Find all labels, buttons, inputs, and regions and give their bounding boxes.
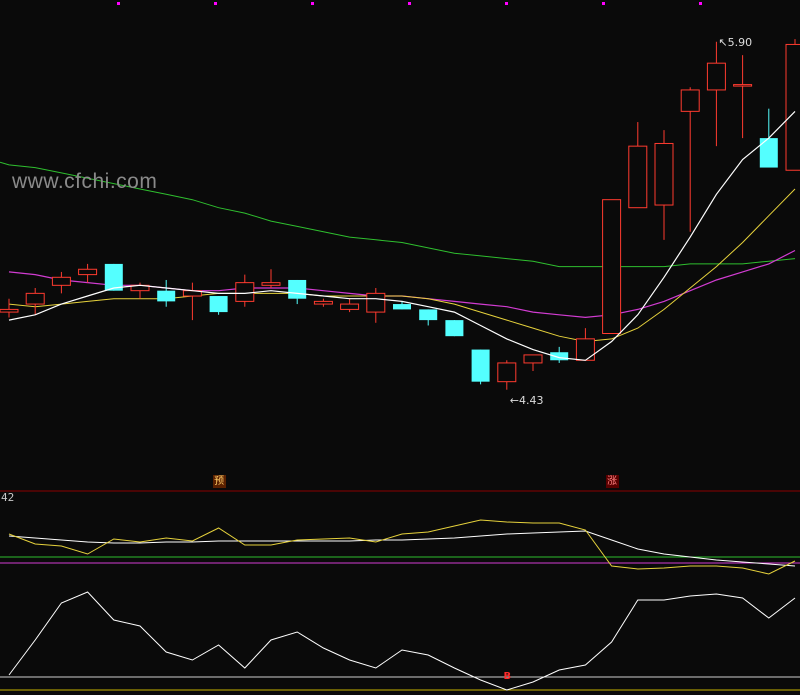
candle-up-body (654, 142, 674, 206)
price-low-value: 4.43 (519, 393, 544, 407)
top-marker-dot (214, 2, 217, 5)
candle-up-body (313, 300, 333, 305)
candle-up-body (785, 43, 800, 171)
price-high-label: ↖5.90 (718, 36, 752, 49)
top-marker-dot (505, 2, 508, 5)
top-marker-dot (699, 2, 702, 5)
candle-up-body (78, 268, 98, 276)
candle-up-body (261, 282, 281, 286)
indicator2-line-0 (8, 591, 796, 691)
arrow-left-icon: ← (509, 393, 520, 407)
top-marker-dot (408, 2, 411, 5)
candle-up-body (523, 354, 543, 364)
candle-down-body (393, 304, 411, 310)
candle-up-body (602, 199, 622, 334)
buy-signal-marker: B (503, 671, 512, 682)
candle-down-body (445, 320, 464, 337)
candle-up-body (51, 276, 71, 286)
candle-up-body (575, 338, 595, 361)
top-marker-dot (311, 2, 314, 5)
candle-up-body (733, 84, 753, 87)
indicator-panel-label: 42 (1, 491, 15, 504)
candle-down-body (288, 279, 307, 299)
candle-down-body (419, 309, 438, 321)
candle-up-body (340, 303, 360, 310)
candle-down-body (104, 263, 123, 291)
badge-yu: 预 (212, 475, 226, 488)
top-marker-dot (117, 2, 120, 5)
stock-chart (0, 2, 800, 691)
price-high-value: 5.90 (727, 35, 753, 49)
indicator1-line-1 (8, 519, 796, 575)
candle-up-body (366, 292, 386, 313)
candle-up-body (497, 362, 517, 383)
candle-down-body (209, 296, 228, 313)
candle-up-body (680, 89, 700, 112)
arrow-left-icon: ↖ (718, 35, 728, 49)
indicator1-line-0 (8, 530, 796, 567)
ma-white-line (8, 110, 796, 361)
candle-up-body (706, 62, 726, 91)
candle-up-body (0, 308, 19, 313)
top-marker-dot (602, 2, 605, 5)
candle-up-body (235, 282, 255, 302)
candle-up-body (628, 145, 648, 209)
candle-down-body (471, 349, 490, 382)
price-low-label: ←4.43 (510, 394, 544, 407)
candle-down-body (157, 290, 176, 302)
badge-zhang: 涨 (605, 475, 619, 488)
watermark-text: www.cfchi.com (12, 170, 158, 193)
candle-up-body (25, 292, 45, 305)
